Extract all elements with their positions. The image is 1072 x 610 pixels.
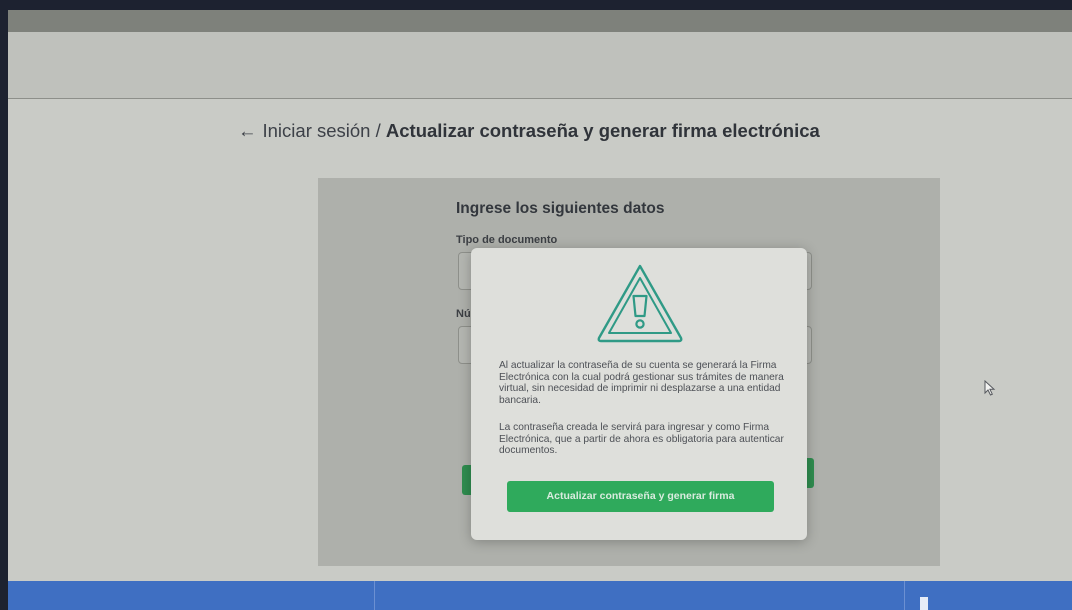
mouse-cursor-icon: [984, 380, 996, 396]
warning-triangle-icon: [597, 264, 683, 343]
footer-item[interactable]: [920, 597, 928, 610]
top-bar: [8, 10, 1072, 32]
modal-paragraph-1: Al actualizar la contraseña de su cuenta…: [499, 360, 784, 406]
modal-paragraph-2: La contraseña creada le servirá para ing…: [499, 422, 784, 457]
update-password-button[interactable]: Actualizar contraseña y generar firma: [507, 481, 774, 512]
document-type-label: Tipo de documento: [456, 234, 558, 246]
breadcrumb: ← Iniciar sesión / Actualizar contraseña …: [238, 120, 820, 142]
footer-divider: [904, 581, 905, 610]
back-link[interactable]: ← Iniciar sesión: [238, 120, 370, 141]
site-header: [8, 32, 1072, 99]
breadcrumb-separator: /: [375, 120, 381, 141]
screen: ← Iniciar sesión / Actualizar contraseña …: [8, 10, 1072, 610]
back-arrow-icon: ←: [238, 120, 257, 141]
form-title: Ingrese los siguientes datos: [456, 200, 665, 217]
footer-divider: [374, 581, 375, 610]
footer-bar: [8, 581, 1072, 610]
warning-modal: Al actualizar la contraseña de su cuenta…: [471, 248, 807, 540]
page-title: Actualizar contraseña y generar firma el…: [385, 120, 820, 141]
back-link-label: Iniciar sesión: [262, 120, 371, 141]
